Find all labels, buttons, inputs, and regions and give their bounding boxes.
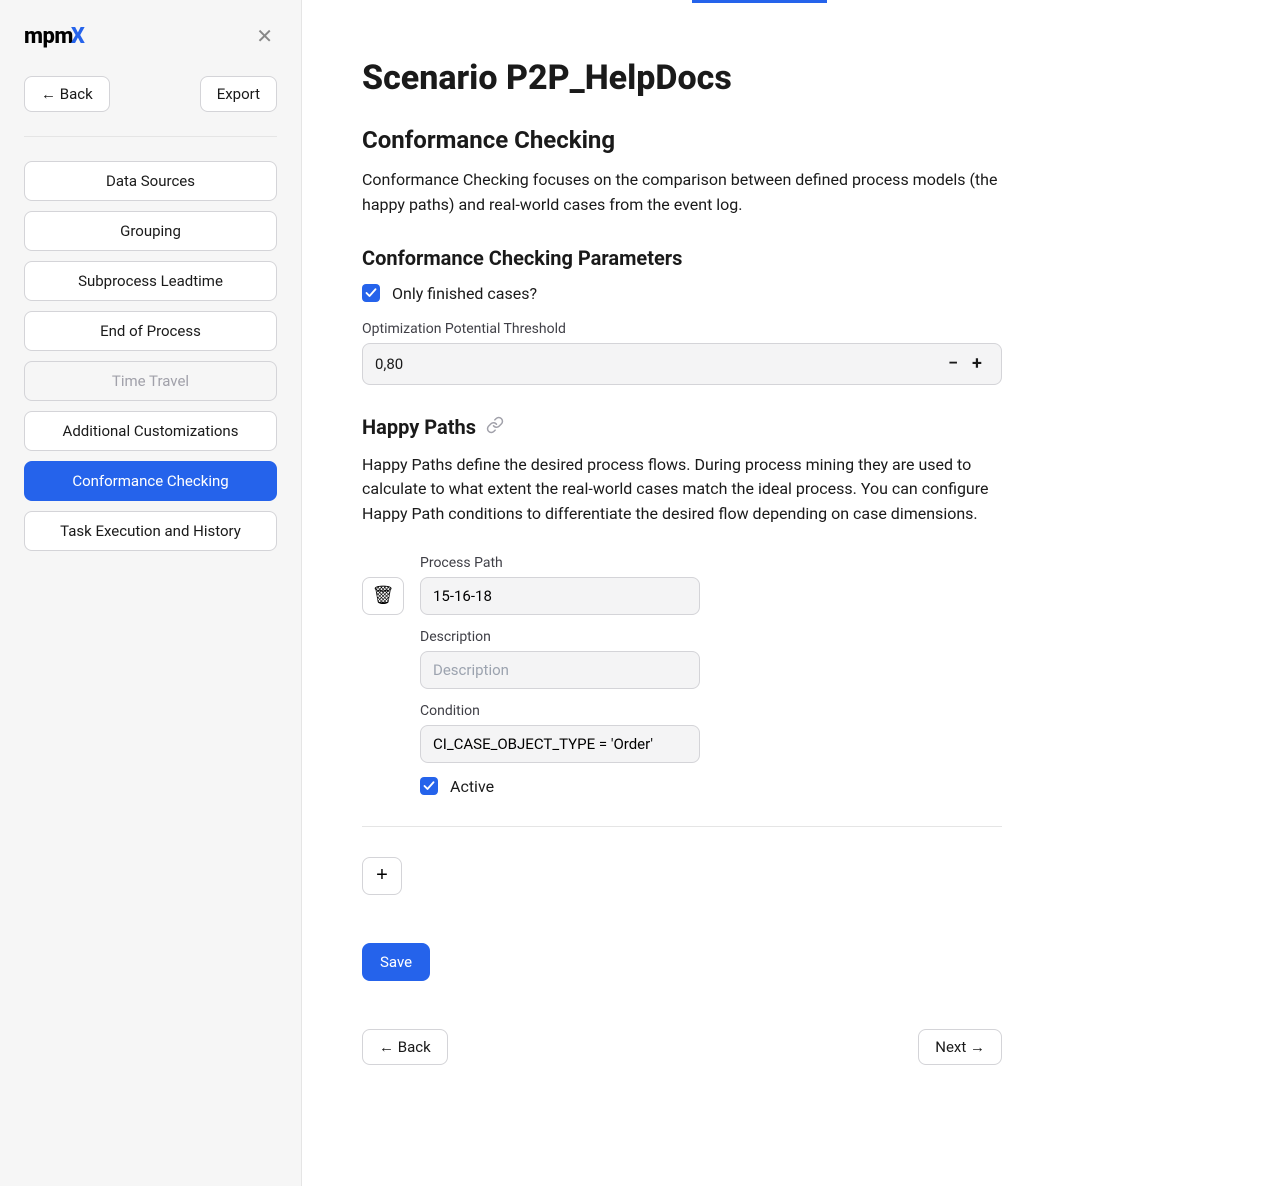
- close-icon[interactable]: ✕: [252, 20, 277, 52]
- nav-item-additional-customizations[interactable]: Additional Customizations: [24, 411, 277, 451]
- sidebar-header: mpmX ✕: [24, 20, 277, 52]
- link-icon[interactable]: [486, 415, 504, 439]
- section-title-conformance: Conformance Checking: [362, 126, 1226, 154]
- active-checkbox[interactable]: [420, 777, 438, 795]
- threshold-plus-button[interactable]: +: [965, 352, 989, 376]
- condition-input[interactable]: [420, 725, 700, 763]
- active-label: Active: [450, 777, 494, 796]
- nav-item-conformance-checking[interactable]: Conformance Checking: [24, 461, 277, 501]
- active-row: Active: [420, 777, 1002, 796]
- footer-back-button[interactable]: ← Back: [362, 1029, 448, 1065]
- threshold-stepper: 0,80 − +: [362, 343, 1002, 385]
- nav-item-task-execution[interactable]: Task Execution and History: [24, 511, 277, 551]
- condition-field: Condition: [420, 703, 1002, 763]
- threshold-label: Optimization Potential Threshold: [362, 321, 1226, 337]
- process-path-label: Process Path: [420, 555, 1002, 571]
- trash-icon: 🗑: [372, 585, 395, 606]
- logo: mpmX: [24, 24, 84, 49]
- plus-icon: +: [376, 864, 388, 887]
- threshold-value[interactable]: 0,80: [375, 355, 941, 373]
- description-field: Description: [420, 629, 1002, 689]
- path-fields: Process Path Description Condition Activ…: [420, 555, 1002, 796]
- progress-indicator: [692, 0, 827, 3]
- back-button[interactable]: ← Back: [24, 76, 110, 112]
- happy-paths-title-text: Happy Paths: [362, 415, 476, 439]
- nav-item-subprocess-leadtime[interactable]: Subprocess Leadtime: [24, 261, 277, 301]
- sidebar: mpmX ✕ ← Back Export Data Sources Groupi…: [0, 0, 302, 1186]
- page-title: Scenario P2P_HelpDocs: [362, 58, 1226, 98]
- description-input[interactable]: [420, 651, 700, 689]
- params-title: Conformance Checking Parameters: [362, 246, 1226, 270]
- sidebar-top-buttons: ← Back Export: [24, 76, 277, 112]
- footer-nav: ← Back Next →: [362, 1029, 1002, 1065]
- process-path-input[interactable]: [420, 577, 700, 615]
- footer-next-button[interactable]: Next →: [918, 1029, 1002, 1065]
- nav-item-end-of-process[interactable]: End of Process: [24, 311, 277, 351]
- description-label: Description: [420, 629, 1002, 645]
- add-path-button[interactable]: +: [362, 857, 402, 895]
- nav-item-data-sources[interactable]: Data Sources: [24, 161, 277, 201]
- happy-paths-title: Happy Paths: [362, 415, 1226, 439]
- condition-label: Condition: [420, 703, 1002, 719]
- logo-text: mpm: [24, 24, 73, 49]
- nav-item-grouping[interactable]: Grouping: [24, 211, 277, 251]
- happy-paths-desc: Happy Paths define the desired process f…: [362, 453, 1002, 527]
- check-icon: [423, 780, 435, 792]
- delete-path-button[interactable]: 🗑: [362, 577, 404, 615]
- process-path-field: Process Path: [420, 555, 1002, 615]
- section-desc-conformance: Conformance Checking focuses on the comp…: [362, 168, 1002, 218]
- only-finished-row: Only finished cases?: [362, 284, 1226, 303]
- logo-x-icon: X: [71, 24, 85, 49]
- nav-list: Data Sources Grouping Subprocess Leadtim…: [24, 161, 277, 551]
- export-button[interactable]: Export: [200, 76, 277, 112]
- divider: [24, 136, 277, 137]
- main-content: Scenario P2P_HelpDocs Conformance Checki…: [302, 0, 1286, 1186]
- nav-item-time-travel: Time Travel: [24, 361, 277, 401]
- check-icon: [365, 287, 377, 299]
- only-finished-checkbox[interactable]: [362, 284, 380, 302]
- save-button[interactable]: Save: [362, 943, 430, 981]
- threshold-minus-button[interactable]: −: [941, 352, 965, 376]
- only-finished-label: Only finished cases?: [392, 284, 537, 303]
- happy-path-row: 🗑 Process Path Description Condition Act…: [362, 555, 1002, 827]
